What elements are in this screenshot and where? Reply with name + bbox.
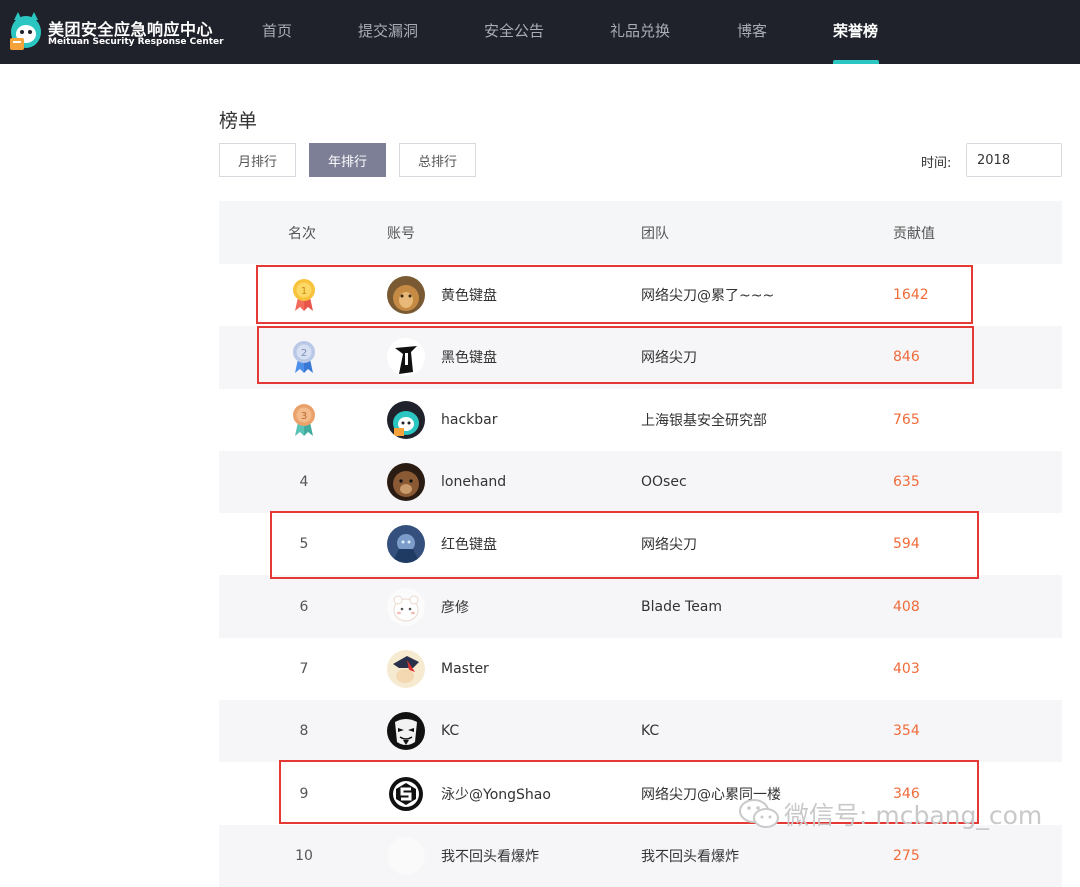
tab-yearly[interactable]: 年排行 bbox=[309, 143, 386, 177]
column-account: 账号 bbox=[387, 226, 415, 242]
team-name: Blade Team bbox=[641, 598, 723, 615]
avatar[interactable] bbox=[387, 276, 425, 315]
silver-medal-icon: 2 bbox=[290, 339, 318, 375]
account-name[interactable]: 黄色键盘 bbox=[441, 285, 497, 305]
meituan-src-logo-icon[interactable] bbox=[6, 8, 46, 54]
avatar[interactable] bbox=[387, 836, 425, 875]
tab-overall[interactable]: 总排行 bbox=[399, 143, 476, 177]
svg-text:2: 2 bbox=[301, 348, 307, 359]
column-rank: 名次 bbox=[288, 226, 316, 242]
tab-monthly[interactable]: 月排行 bbox=[219, 143, 296, 177]
rank-number: 7 bbox=[299, 660, 309, 677]
wechat-icon bbox=[739, 799, 779, 828]
nav-gift-exchange[interactable]: 礼品兑换 bbox=[610, 20, 670, 41]
table-row: 3 hackbar 上海银基安全研究部 765 bbox=[219, 389, 1062, 451]
contribution-score: 403 bbox=[893, 660, 920, 677]
table-row: 7 Master 403 bbox=[219, 638, 1062, 700]
rank-number: 9 bbox=[299, 785, 309, 802]
contribution-score: 1642 bbox=[893, 287, 929, 304]
contribution-score: 408 bbox=[893, 598, 920, 615]
nav-security-notice[interactable]: 安全公告 bbox=[484, 20, 544, 41]
contribution-score: 846 bbox=[893, 349, 920, 366]
avatar[interactable] bbox=[387, 649, 425, 688]
team-name: KC bbox=[641, 723, 660, 740]
nav-honor-board[interactable]: 荣誉榜 bbox=[833, 20, 878, 41]
column-score: 贡献值 bbox=[893, 226, 935, 242]
rank-number: 10 bbox=[295, 847, 313, 864]
brand-name-en: Meituan Security Response Center bbox=[48, 37, 224, 47]
table-header: 名次 账号 团队 贡献值 bbox=[219, 201, 1062, 264]
avatar[interactable] bbox=[387, 774, 425, 813]
avatar[interactable] bbox=[387, 525, 425, 564]
table-row: 5 红色键盘 网络尖刀 594 bbox=[219, 513, 1062, 575]
avatar[interactable] bbox=[387, 587, 425, 626]
contribution-score: 594 bbox=[893, 536, 920, 553]
contribution-score: 635 bbox=[893, 474, 920, 491]
table-row: 8 KC KC 354 bbox=[219, 700, 1062, 763]
team-name: 网络尖刀 bbox=[641, 537, 697, 554]
contribution-score: 354 bbox=[893, 723, 920, 740]
ranking-table: 名次 账号 团队 贡献值 1 黄色键盘 网络尖刀@累了~~~ 1642 2 黑色… bbox=[219, 201, 1062, 887]
account-name[interactable]: 黑色键盘 bbox=[441, 347, 497, 367]
account-name[interactable]: 彦修 bbox=[441, 597, 469, 617]
rank-number: 4 bbox=[299, 474, 309, 491]
svg-text:3: 3 bbox=[301, 411, 307, 422]
rank-number: 6 bbox=[299, 598, 309, 615]
team-name: 网络尖刀@累了~~~ bbox=[641, 288, 775, 305]
avatar[interactable] bbox=[387, 338, 425, 377]
avatar[interactable] bbox=[387, 400, 425, 439]
wechat-watermark: 微信号: mcbang_com bbox=[738, 796, 1042, 832]
account-name[interactable]: lonehand bbox=[441, 474, 506, 490]
contribution-score: 275 bbox=[893, 847, 920, 864]
account-name[interactable]: 泳少@YongShao bbox=[441, 784, 551, 804]
active-nav-indicator bbox=[833, 60, 879, 64]
year-select[interactable]: 2018 bbox=[966, 143, 1062, 177]
account-name[interactable]: hackbar bbox=[441, 412, 497, 428]
column-team: 团队 bbox=[641, 226, 669, 242]
avatar[interactable] bbox=[387, 463, 425, 502]
svg-text:1: 1 bbox=[301, 286, 307, 297]
team-name: OOsec bbox=[641, 474, 687, 491]
contribution-score: 765 bbox=[893, 411, 920, 428]
nav-blog[interactable]: 博客 bbox=[737, 20, 767, 41]
account-name[interactable]: KC bbox=[441, 723, 459, 739]
watermark-text: 微信号: mcbang_com bbox=[784, 801, 1043, 830]
rank-number: 5 bbox=[299, 536, 309, 553]
team-name: 上海银基安全研究部 bbox=[641, 412, 767, 429]
table-row: 2 黑色键盘 网络尖刀 846 bbox=[219, 326, 1062, 389]
avatar[interactable] bbox=[387, 712, 425, 751]
top-navbar: 美团安全应急响应中心 Meituan Security Response Cen… bbox=[0, 0, 1080, 64]
rank-number: 8 bbox=[299, 723, 309, 740]
team-name: 网络尖刀 bbox=[641, 350, 697, 367]
nav-submit-vuln[interactable]: 提交漏洞 bbox=[358, 20, 418, 41]
bronze-medal-icon: 3 bbox=[290, 402, 318, 438]
table-row: 1 黄色键盘 网络尖刀@累了~~~ 1642 bbox=[219, 264, 1062, 326]
account-name[interactable]: 红色键盘 bbox=[441, 534, 497, 554]
gold-medal-icon: 1 bbox=[290, 277, 318, 313]
time-label: 时间: bbox=[921, 156, 952, 171]
nav-home[interactable]: 首页 bbox=[262, 20, 292, 41]
account-name[interactable]: Master bbox=[441, 661, 489, 677]
board-title: 榜单 bbox=[219, 110, 258, 132]
table-row: 6 彦修 Blade Team 408 bbox=[219, 575, 1062, 638]
table-row: 4 lonehand OOsec 635 bbox=[219, 450, 1062, 514]
table-row: 10 我不回头看爆炸 我不回头看爆炸 275 bbox=[219, 824, 1062, 887]
